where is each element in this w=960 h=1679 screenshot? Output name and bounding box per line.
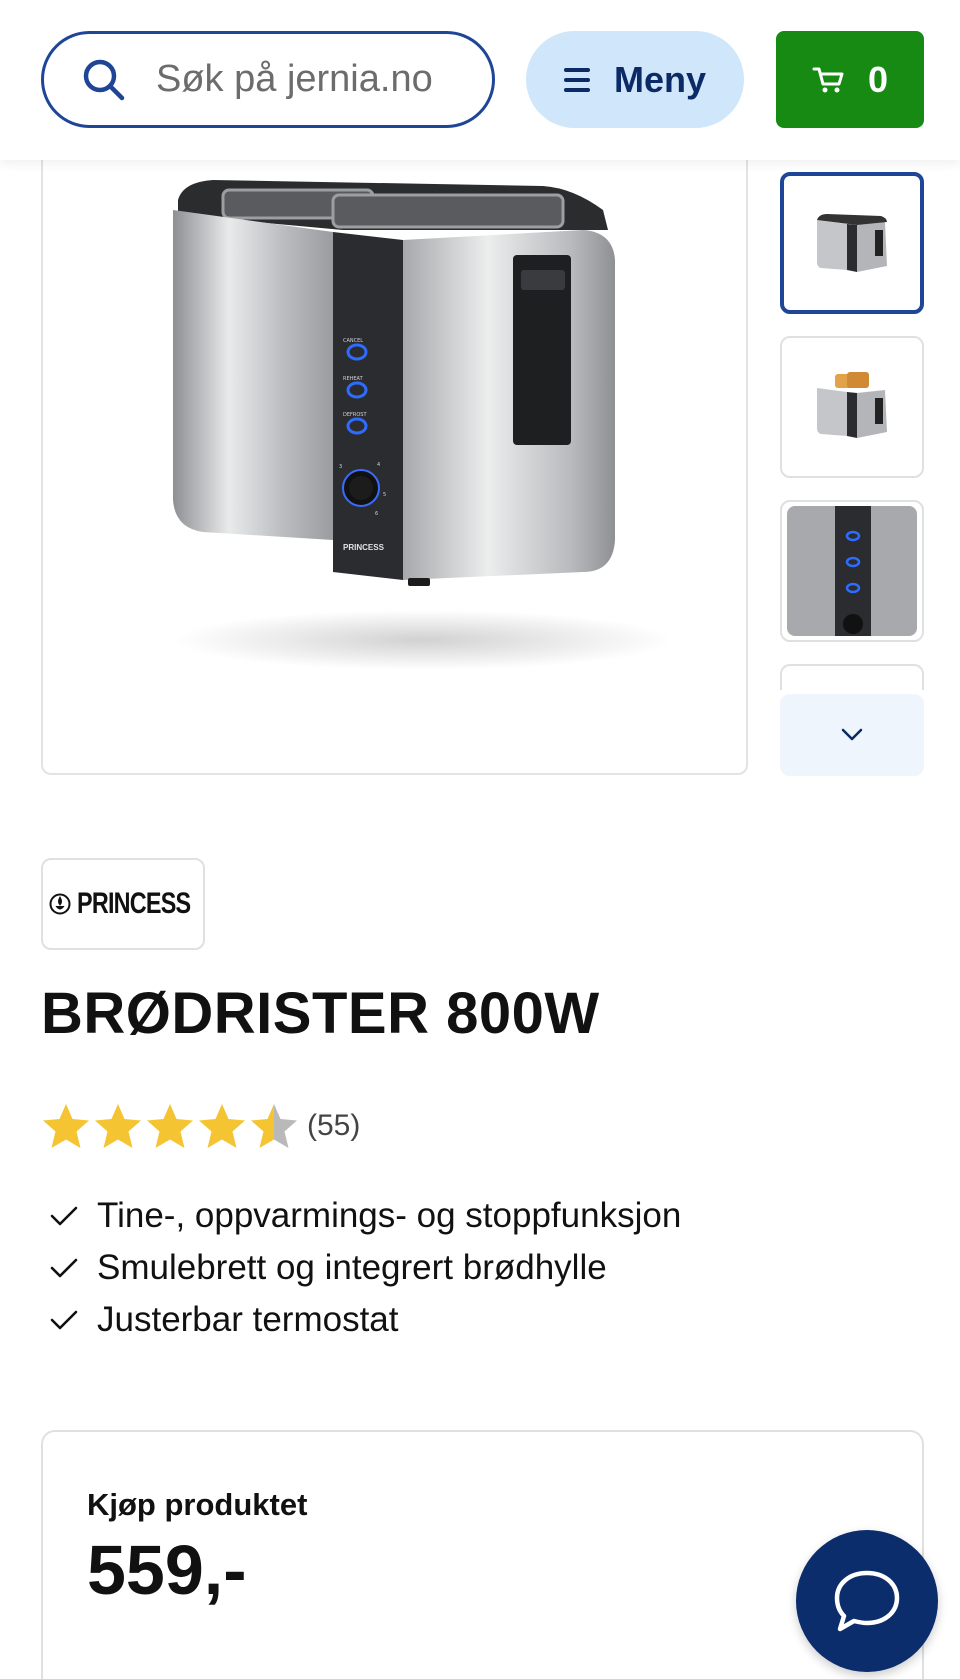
thumbnail-toaster-icon [817,214,887,272]
menu-label: Meny [613,58,707,100]
product-main-image[interactable]: CANCEL REHEAT DEFROST 3 4 5 6 PRINCESS [41,120,748,775]
check-icon [50,1258,78,1278]
cart-icon [812,67,844,92]
panel-label-cancel: CANCEL [343,338,363,344]
chevron-down-icon [841,728,863,741]
chat-bubble-icon [834,1570,900,1632]
panel-label-defrost: DEFROST [343,412,367,418]
product-price: 559,- [87,1531,247,1609]
product-title: BRØDRISTER 800W [41,981,600,1046]
feature-text: Tine-, oppvarmings- og stoppfunksjon [97,1196,682,1235]
star-icon [251,1104,297,1148]
thumbnail-2[interactable] [780,336,924,478]
thumbnail-strip [780,172,924,690]
search-bar[interactable] [41,31,495,128]
menu-button[interactable]: Meny [526,31,744,128]
check-icon [50,1206,78,1226]
princess-crest-icon [49,893,71,915]
dial-mark-5: 5 [383,492,386,498]
brand-logo[interactable]: PRINCESS [41,858,205,950]
thumbnail-4[interactable] [780,664,924,690]
hamburger-icon [563,67,592,92]
dial-mark-4: 4 [377,462,380,468]
thumbnail-3[interactable] [780,500,924,642]
panel-label-reheat: REHEAT [343,376,364,382]
brand-name: PRINCESS [77,887,191,920]
thumbnail-panel-icon [787,506,917,636]
buy-label: Kjøp produktet [87,1487,308,1522]
star-icon [147,1104,193,1148]
feature-text: Justerbar termostat [97,1300,399,1339]
search-input[interactable] [156,58,476,101]
feature-item: Tine-, oppvarmings- og stoppfunksjon [41,1190,681,1242]
thumbnail-1[interactable] [780,172,924,314]
thumbnail-toast-icon [817,372,887,438]
dial-mark-3: 3 [339,464,342,470]
toaster-image: CANCEL REHEAT DEFROST 3 4 5 6 PRINCESS [173,180,673,670]
cart-button[interactable]: 0 [776,31,924,128]
chat-button[interactable] [796,1530,938,1672]
rating-count: (55) [307,1109,361,1142]
cart-count: 0 [867,58,889,100]
feature-item: Justerbar termostat [41,1294,681,1346]
rating-stars [41,1102,299,1150]
dial-mark-6: 6 [375,511,378,517]
star-icon [199,1104,245,1148]
thumbnail-scroll-down-button[interactable] [780,694,924,776]
buy-product-card: Kjøp produktet 559,- [41,1430,924,1679]
product-rating[interactable]: (55) [41,1100,360,1152]
site-header: Meny 0 [0,0,960,160]
feature-item: Smulebrett og integrert brødhylle [41,1242,681,1294]
star-icon [95,1104,141,1148]
feature-text: Smulebrett og integrert brødhylle [97,1248,607,1287]
star-icon [43,1104,89,1148]
feature-list: Tine-, oppvarmings- og stoppfunksjon Smu… [41,1190,681,1346]
check-icon [50,1310,78,1330]
search-icon [83,59,125,100]
toaster-logo: PRINCESS [343,543,385,552]
